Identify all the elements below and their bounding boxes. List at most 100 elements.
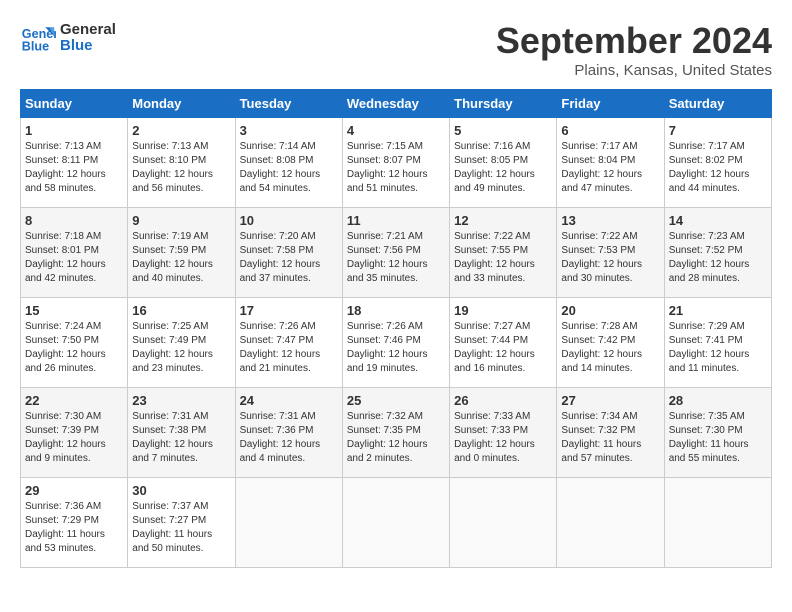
day-cell: 3 Sunrise: 7:14 AM Sunset: 8:08 PM Daylig…: [235, 118, 342, 208]
day-cell: 7 Sunrise: 7:17 AM Sunset: 8:02 PM Daylig…: [664, 118, 771, 208]
calendar-table: SundayMondayTuesdayWednesdayThursdayFrid…: [20, 89, 772, 568]
day-info: Sunrise: 7:21 AM Sunset: 7:56 PM Dayligh…: [347, 230, 445, 286]
day-cell: 20 Sunrise: 7:28 AM Sunset: 7:42 PM Dayli…: [557, 298, 664, 388]
day-cell: [235, 478, 342, 568]
day-cell: 2 Sunrise: 7:13 AM Sunset: 8:10 PM Daylig…: [128, 118, 235, 208]
day-info: Sunrise: 7:26 AM Sunset: 7:47 PM Dayligh…: [240, 320, 338, 376]
day-number: 18: [347, 303, 445, 318]
day-info: Sunrise: 7:14 AM Sunset: 8:08 PM Dayligh…: [240, 140, 338, 196]
day-info: Sunrise: 7:13 AM Sunset: 8:10 PM Dayligh…: [132, 140, 230, 196]
day-info: Sunrise: 7:31 AM Sunset: 7:36 PM Dayligh…: [240, 410, 338, 466]
day-cell: 6 Sunrise: 7:17 AM Sunset: 8:04 PM Daylig…: [557, 118, 664, 208]
header-row: SundayMondayTuesdayWednesdayThursdayFrid…: [21, 90, 772, 118]
day-number: 8: [25, 213, 123, 228]
header-thursday: Thursday: [450, 90, 557, 118]
day-info: Sunrise: 7:16 AM Sunset: 8:05 PM Dayligh…: [454, 140, 552, 196]
day-info: Sunrise: 7:18 AM Sunset: 8:01 PM Dayligh…: [25, 230, 123, 286]
day-info: Sunrise: 7:37 AM Sunset: 7:27 PM Dayligh…: [132, 500, 230, 556]
header-monday: Monday: [128, 90, 235, 118]
header-friday: Friday: [557, 90, 664, 118]
day-number: 7: [669, 123, 767, 138]
day-number: 26: [454, 393, 552, 408]
header-tuesday: Tuesday: [235, 90, 342, 118]
day-cell: 5 Sunrise: 7:16 AM Sunset: 8:05 PM Daylig…: [450, 118, 557, 208]
day-info: Sunrise: 7:17 AM Sunset: 8:04 PM Dayligh…: [561, 140, 659, 196]
day-cell: 15Sunrise: 7:24 AM Sunset: 7:50 PM Dayli…: [21, 298, 128, 388]
day-cell: 10 Sunrise: 7:20 AM Sunset: 7:58 PM Dayli…: [235, 208, 342, 298]
day-cell: 26 Sunrise: 7:33 AM Sunset: 7:33 PM Dayli…: [450, 388, 557, 478]
day-info: Sunrise: 7:20 AM Sunset: 7:58 PM Dayligh…: [240, 230, 338, 286]
day-number: 24: [240, 393, 338, 408]
day-number: 30: [132, 483, 230, 498]
day-cell: 17 Sunrise: 7:26 AM Sunset: 7:47 PM Dayli…: [235, 298, 342, 388]
day-number: 21: [669, 303, 767, 318]
week-row-4: 22Sunrise: 7:30 AM Sunset: 7:39 PM Dayli…: [21, 388, 772, 478]
day-number: 13: [561, 213, 659, 228]
day-cell: 9Sunrise: 7:19 AM Sunset: 7:59 PM Daylig…: [128, 208, 235, 298]
svg-text:Blue: Blue: [22, 40, 49, 54]
day-number: 1: [25, 123, 123, 138]
header-wednesday: Wednesday: [342, 90, 449, 118]
day-number: 2: [132, 123, 230, 138]
day-number: 4: [347, 123, 445, 138]
day-number: 6: [561, 123, 659, 138]
day-cell: 18 Sunrise: 7:26 AM Sunset: 7:46 PM Dayli…: [342, 298, 449, 388]
logo-line1: General: [60, 22, 116, 39]
day-cell: 25 Sunrise: 7:32 AM Sunset: 7:35 PM Dayli…: [342, 388, 449, 478]
day-info: Sunrise: 7:35 AM Sunset: 7:30 PM Dayligh…: [669, 410, 767, 466]
day-cell: 1Sunrise: 7:13 AM Sunset: 8:11 PM Daylig…: [21, 118, 128, 208]
day-info: Sunrise: 7:23 AM Sunset: 7:52 PM Dayligh…: [669, 230, 767, 286]
day-info: Sunrise: 7:28 AM Sunset: 7:42 PM Dayligh…: [561, 320, 659, 376]
day-cell: 28 Sunrise: 7:35 AM Sunset: 7:30 PM Dayli…: [664, 388, 771, 478]
day-info: Sunrise: 7:26 AM Sunset: 7:46 PM Dayligh…: [347, 320, 445, 376]
day-number: 28: [669, 393, 767, 408]
day-number: 15: [25, 303, 123, 318]
header-sunday: Sunday: [21, 90, 128, 118]
page-header: General Blue General Blue September 2024…: [20, 20, 772, 79]
day-number: 14: [669, 213, 767, 228]
week-row-1: 1Sunrise: 7:13 AM Sunset: 8:11 PM Daylig…: [21, 118, 772, 208]
day-cell: 14 Sunrise: 7:23 AM Sunset: 7:52 PM Dayli…: [664, 208, 771, 298]
day-info: Sunrise: 7:34 AM Sunset: 7:32 PM Dayligh…: [561, 410, 659, 466]
day-cell: 11 Sunrise: 7:21 AM Sunset: 7:56 PM Dayli…: [342, 208, 449, 298]
logo-line2: Blue: [60, 38, 116, 55]
day-info: Sunrise: 7:36 AM Sunset: 7:29 PM Dayligh…: [25, 500, 123, 556]
day-number: 29: [25, 483, 123, 498]
day-info: Sunrise: 7:17 AM Sunset: 8:02 PM Dayligh…: [669, 140, 767, 196]
day-info: Sunrise: 7:29 AM Sunset: 7:41 PM Dayligh…: [669, 320, 767, 376]
week-row-5: 29 Sunrise: 7:36 AM Sunset: 7:29 PM Dayli…: [21, 478, 772, 568]
day-cell: 13 Sunrise: 7:22 AM Sunset: 7:53 PM Dayli…: [557, 208, 664, 298]
day-cell: [557, 478, 664, 568]
day-number: 11: [347, 213, 445, 228]
day-number: 16: [132, 303, 230, 318]
day-cell: 22Sunrise: 7:30 AM Sunset: 7:39 PM Dayli…: [21, 388, 128, 478]
day-number: 25: [347, 393, 445, 408]
day-number: 10: [240, 213, 338, 228]
day-number: 23: [132, 393, 230, 408]
header-saturday: Saturday: [664, 90, 771, 118]
day-info: Sunrise: 7:31 AM Sunset: 7:38 PM Dayligh…: [132, 410, 230, 466]
day-cell: 23 Sunrise: 7:31 AM Sunset: 7:38 PM Dayli…: [128, 388, 235, 478]
day-info: Sunrise: 7:33 AM Sunset: 7:33 PM Dayligh…: [454, 410, 552, 466]
day-number: 5: [454, 123, 552, 138]
day-info: Sunrise: 7:19 AM Sunset: 7:59 PM Dayligh…: [132, 230, 230, 286]
day-number: 20: [561, 303, 659, 318]
day-cell: 30 Sunrise: 7:37 AM Sunset: 7:27 PM Dayli…: [128, 478, 235, 568]
day-cell: 29 Sunrise: 7:36 AM Sunset: 7:29 PM Dayli…: [21, 478, 128, 568]
day-cell: [450, 478, 557, 568]
day-cell: [664, 478, 771, 568]
day-cell: 16Sunrise: 7:25 AM Sunset: 7:49 PM Dayli…: [128, 298, 235, 388]
week-row-3: 15Sunrise: 7:24 AM Sunset: 7:50 PM Dayli…: [21, 298, 772, 388]
day-cell: [342, 478, 449, 568]
calendar-subtitle: Plains, Kansas, United States: [496, 62, 772, 79]
day-info: Sunrise: 7:22 AM Sunset: 7:53 PM Dayligh…: [561, 230, 659, 286]
day-info: Sunrise: 7:32 AM Sunset: 7:35 PM Dayligh…: [347, 410, 445, 466]
day-cell: 21 Sunrise: 7:29 AM Sunset: 7:41 PM Dayli…: [664, 298, 771, 388]
day-number: 17: [240, 303, 338, 318]
logo: General Blue General Blue: [20, 20, 116, 56]
day-cell: 19Sunrise: 7:27 AM Sunset: 7:44 PM Dayli…: [450, 298, 557, 388]
day-cell: 27Sunrise: 7:34 AM Sunset: 7:32 PM Dayli…: [557, 388, 664, 478]
day-number: 3: [240, 123, 338, 138]
title-block: September 2024 Plains, Kansas, United St…: [496, 20, 772, 79]
day-cell: 24 Sunrise: 7:31 AM Sunset: 7:36 PM Dayli…: [235, 388, 342, 478]
